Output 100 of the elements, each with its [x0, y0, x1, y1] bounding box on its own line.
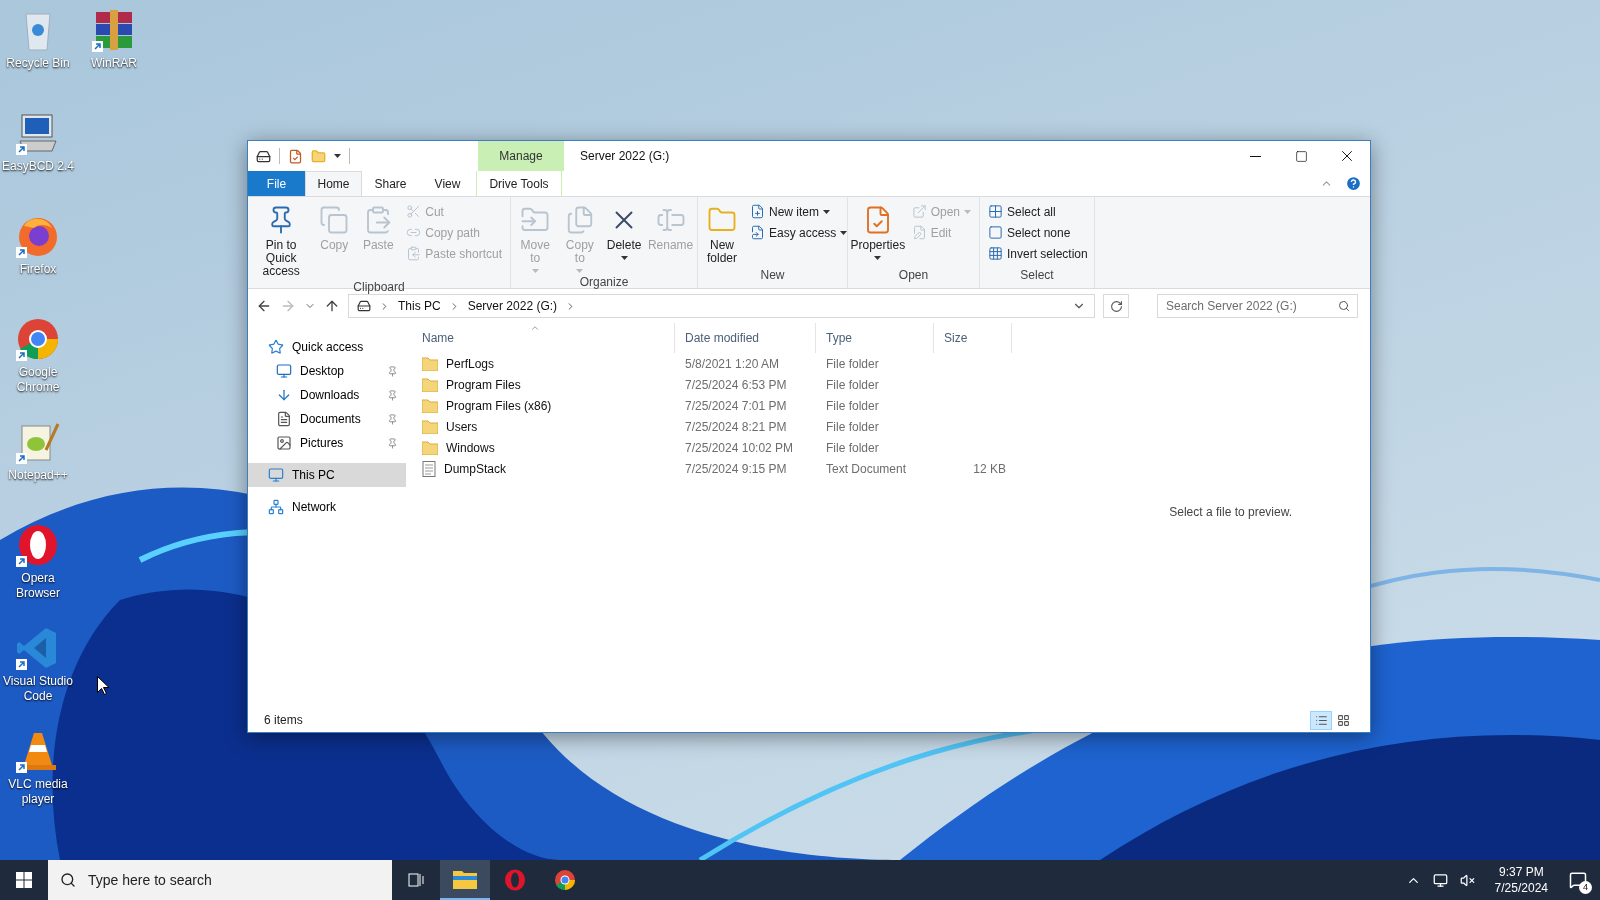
search-icon	[1338, 300, 1350, 312]
date-cell-text: 7/25/2024 7:01 PM	[684, 397, 788, 415]
shortcut-label: WinRAR	[90, 56, 138, 71]
back-icon[interactable]	[256, 298, 272, 314]
copy-icon	[319, 205, 350, 235]
muted-volume-icon[interactable]	[1459, 872, 1475, 888]
date-cell-text: 7/25/2024 10:02 PM	[684, 439, 795, 457]
ribbon-button[interactable]: Delete	[604, 201, 645, 260]
chrome-icon	[554, 869, 576, 891]
file-row[interactable]: PerfLogs 5/8/2021 1:20 AM File folder	[412, 353, 1012, 374]
maximize-icon	[1294, 149, 1308, 163]
document-icon	[422, 460, 436, 477]
status-text: 6 items	[264, 712, 303, 729]
file-row[interactable]: DumpStack 7/25/2024 9:15 PM Text Document 12 KB	[412, 458, 1012, 479]
desktop-shortcut[interactable]: Visual Studio Code	[0, 626, 76, 704]
caret-icon	[531, 269, 539, 273]
notification-count: 4	[1579, 881, 1592, 894]
external-link-icon	[911, 204, 927, 219]
nav-item[interactable]: Downloads	[248, 383, 406, 407]
preview-message: Select a file to preview.	[1169, 504, 1292, 519]
column-header[interactable]: Name	[412, 323, 675, 353]
ribbon-tab[interactable]: File	[248, 171, 305, 196]
nav-item[interactable]: Desktop	[248, 359, 406, 383]
type-cell-text: Text Document	[825, 460, 908, 478]
breadcrumb[interactable]: This PC	[398, 297, 441, 315]
star-icon	[268, 339, 284, 355]
type-cell-text: File folder	[825, 418, 880, 436]
check-document-icon[interactable]	[288, 148, 303, 164]
file-name: Windows	[446, 439, 495, 457]
ribbon-tab[interactable]: Home	[305, 171, 362, 196]
opera-icon	[16, 523, 60, 567]
type-cell-text: File folder	[825, 355, 880, 373]
column-header[interactable]: Date modified	[675, 323, 816, 353]
taskbar-search-field[interactable]: Type here to search	[48, 860, 392, 900]
nav-item[interactable]: Network	[248, 495, 406, 519]
caret-icon	[620, 256, 628, 260]
shortcut-file-icon	[750, 225, 765, 240]
breadcrumb[interactable]: Server 2022 (G:)	[467, 297, 558, 315]
ribbon-button[interactable]: New folder	[702, 201, 742, 265]
type-cell-text: File folder	[825, 397, 880, 415]
nav-item[interactable]: Quick access	[248, 335, 406, 359]
drive-icon[interactable]	[256, 148, 271, 164]
nav-item[interactable]: This PC	[248, 463, 406, 487]
caret-icon	[576, 269, 584, 273]
caret-icon	[334, 154, 341, 158]
notification-button[interactable]: 4	[1556, 860, 1600, 900]
folder-icon	[422, 440, 438, 455]
file-name: Users	[446, 418, 478, 436]
help-icon[interactable]	[1345, 175, 1362, 192]
date-cell-text: 7/25/2024 6:53 PM	[684, 376, 788, 394]
nav-item[interactable]: Pictures	[248, 431, 406, 455]
desktop-shortcut[interactable]: VLC media player	[0, 729, 76, 807]
ribbon-tab[interactable]: View	[419, 171, 476, 196]
up-icon[interactable]	[324, 298, 340, 314]
file-row[interactable]: Program Files 7/25/2024 6:53 PM File folder	[412, 374, 1012, 395]
refresh-button[interactable]	[1103, 294, 1129, 318]
ribbon-button[interactable]: Select all	[984, 201, 1092, 222]
taskbar-app[interactable]	[440, 860, 490, 900]
ribbon-button[interactable]: Easy access	[746, 222, 852, 243]
view-button[interactable]	[1310, 710, 1332, 730]
date-cell-text: 7/25/2024 9:15 PM	[684, 460, 788, 478]
ribbon-button[interactable]: Invert selection	[984, 243, 1092, 264]
file-row[interactable]: Program Files (x86) 7/25/2024 7:01 PM File folder	[412, 395, 1012, 416]
folder-icon	[453, 869, 477, 889]
file-name: Program Files	[446, 376, 521, 394]
monitor-icon	[276, 363, 292, 379]
monitor-icon	[268, 467, 284, 483]
sort-icon	[529, 323, 540, 333]
shortcut-label: Firefox	[18, 262, 58, 277]
file-name: DumpStack	[444, 460, 507, 478]
caret-icon	[874, 256, 882, 260]
nav-item[interactable]: Documents	[248, 407, 406, 431]
column-header[interactable]: Size	[934, 323, 1012, 353]
clock[interactable]: 9:37 PM 7/25/2024	[1486, 860, 1556, 900]
image-icon	[276, 435, 292, 451]
ribbon-button[interactable]: Properties	[852, 201, 904, 260]
file-name: Program Files (x86)	[446, 397, 552, 415]
column-header[interactable]: Type	[816, 323, 934, 353]
search-icon	[60, 872, 76, 888]
network-status-icon[interactable]	[1432, 872, 1448, 888]
size-cell-text: 12 KB	[973, 460, 1006, 478]
ribbon-button[interactable]: Select none	[984, 222, 1092, 243]
search-field[interactable]: Search Server 2022 (G:)	[1157, 294, 1358, 318]
shortcut-label: VLC media player	[7, 777, 69, 807]
grid-icon	[1336, 713, 1350, 727]
address-bar[interactable]: This PC Server 2022 (G:)	[348, 294, 1095, 318]
desktop-shortcut[interactable]: Opera Browser	[0, 523, 76, 601]
ribbon-button[interactable]: Pin to Quick access	[252, 201, 311, 278]
caret-icon	[840, 230, 848, 235]
file-row[interactable]: Users 7/25/2024 8:21 PM File folder	[412, 416, 1012, 437]
file-name: PerfLogs	[446, 355, 495, 373]
ribbon-button[interactable]: New item	[746, 201, 852, 222]
task-view-icon	[408, 872, 424, 888]
file-row[interactable]: Windows 7/25/2024 10:02 PM File folder	[412, 437, 1012, 458]
clipboard-icon	[406, 246, 422, 261]
window-title: Server 2022 (G:)	[580, 148, 670, 165]
drive-icon	[357, 299, 371, 313]
date-cell-text: 7/25/2024 8:21 PM	[684, 418, 788, 436]
ribbon-tab[interactable]: Share	[362, 171, 419, 196]
computer-icon	[16, 111, 60, 155]
